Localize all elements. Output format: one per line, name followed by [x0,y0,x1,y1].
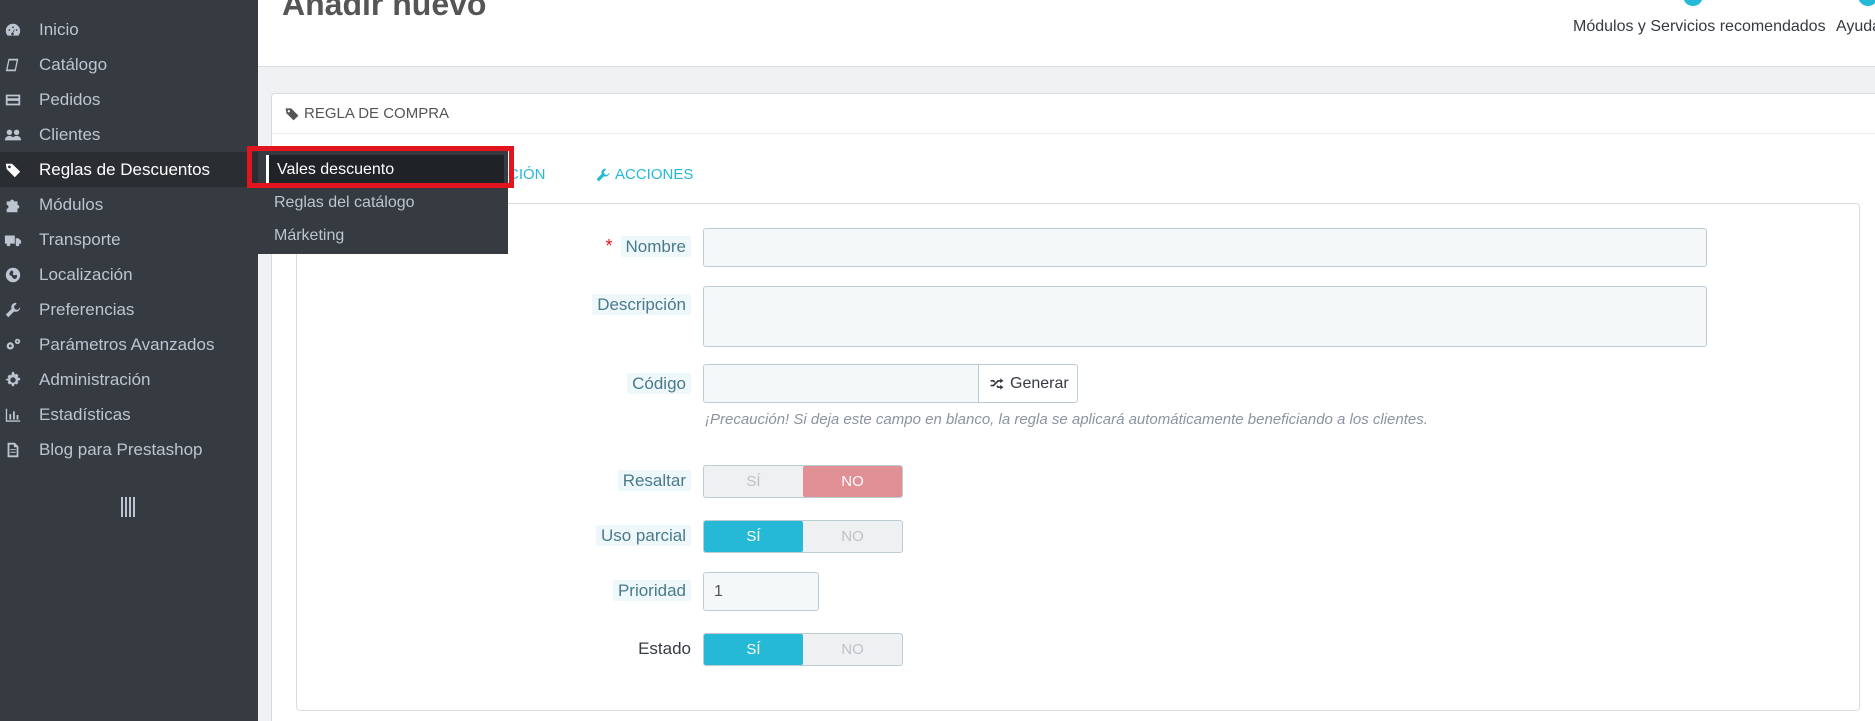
highlight-label-text: Resaltar [617,470,691,491]
priority-field[interactable] [703,572,819,611]
sidebar-item-label: Administración [39,369,151,389]
description-field[interactable] [703,286,1707,347]
submenu-item-label: Vales descuento [277,161,395,178]
partial-use-label-text: Uso parcial [595,525,691,546]
puzzle-icon [3,195,23,215]
submenu-item-label: Reglas del catálogo [274,194,415,211]
status-label: Estado [638,639,691,659]
required-asterisk: * [605,236,613,256]
wrench-icon [596,168,610,181]
submenu-item-marketing[interactable]: Márketing [266,221,504,251]
tags-icon [3,160,23,180]
partial-use-label: Uso parcial [595,525,691,546]
description-label: Descripción [592,294,691,315]
status-yes-option[interactable]: SÍ [704,634,803,665]
partial-use-switch[interactable]: SÍ NO [703,520,903,553]
priority-label: Prioridad [612,580,691,601]
dashboard-icon [3,20,23,40]
panel-heading: REGLA DE COMPRA [272,94,1875,134]
cogs-icon [3,335,23,355]
page-title: Añadir nuevo [282,0,487,22]
sidebar-item-parametros-avanzados[interactable]: Parámetros Avanzados [0,327,258,362]
sidebar-item-label: Clientes [39,124,101,144]
partial-use-no-option[interactable]: NO [803,521,902,552]
panel-heading-title: REGLA DE COMPRA [304,105,450,122]
name-field[interactable] [703,228,1707,267]
generate-label: Generar [1010,374,1069,392]
submenu-item-label: Márketing [274,227,345,244]
tab-condiciones[interactable]: CIÓN [508,166,546,183]
highlight-switch[interactable]: SÍ NO [703,465,903,498]
file-icon [3,440,23,460]
wrench-icon [3,300,23,320]
description-label-text: Descripción [592,294,691,315]
form-container [296,203,1860,711]
recommended-modules-label: Módulos y Servicios recomendados [1573,18,1826,35]
tab-label: ACCIONES [615,166,694,183]
globe-icon [3,265,23,285]
sidebar-item-estadisticas[interactable]: Estadísticas [0,397,258,432]
credit-card-icon [3,90,23,110]
sidebar-item-blog[interactable]: Blog para Prestashop [0,432,258,467]
code-label-text: Código [627,373,691,394]
sidebar-item-preferencias[interactable]: Preferencias [0,292,258,327]
discount-rules-submenu: Vales descuento Reglas del catálogo Márk… [258,147,508,254]
name-label-text: Nombre [620,236,691,257]
name-label: * Nombre [606,236,691,257]
sidebar-item-pedidos[interactable]: Pedidos [0,82,258,117]
highlight-label: Resaltar [617,470,691,491]
submenu-item-reglas-catalogo[interactable]: Reglas del catálogo [266,188,504,218]
tab-label: CIÓN [508,166,546,183]
shuffle-icon [990,377,1004,390]
help-icon [1858,0,1875,6]
tag-icon [285,107,299,120]
status-no-option[interactable]: NO [803,634,902,665]
sidebar-item-label: Parámetros Avanzados [39,334,215,354]
sidebar-item-catalogo[interactable]: Catálogo [0,47,258,82]
sidebar-item-clientes[interactable]: Clientes [0,117,258,152]
sidebar-item-label: Módulos [39,194,104,214]
sidebar-item-transporte[interactable]: Transporte [0,222,258,257]
status-label-text: Estado [638,639,691,658]
sidebar-item-administracion[interactable]: Administración [0,362,258,397]
sidebar-item-inicio[interactable]: Inicio [0,12,258,47]
highlight-yes-option[interactable]: SÍ [704,466,803,497]
highlight-no-option[interactable]: NO [803,466,902,497]
users-icon [3,125,23,145]
sidebar-item-label: Reglas de Descuentos [39,159,211,179]
sidebar-item-label: Catálogo [39,54,108,74]
sidebar-item-localizacion[interactable]: Localización [0,257,258,292]
sidebar-item-label: Blog para Prestashop [39,439,203,459]
generate-button[interactable]: Generar [978,364,1078,403]
sidebar-item-label: Transporte [39,229,121,249]
code-help-text: ¡Precaución! Si deja este campo en blanc… [705,411,1428,428]
page-header: Añadir nuevo Módulos y Servicios recomen… [258,0,1875,67]
book-icon [3,55,23,75]
bar-chart-icon [3,405,23,425]
sidebar-item-modulos[interactable]: Módulos [0,187,258,222]
sidebar-item-label: Preferencias [39,299,135,319]
truck-icon [3,230,23,250]
tab-acciones[interactable]: ACCIONES [595,166,693,183]
sidebar-item-label: Pedidos [39,89,101,109]
help-label: Ayuda [1836,18,1875,35]
status-switch[interactable]: SÍ NO [703,633,903,666]
sidebar-item-label: Localización [39,264,133,284]
sidebar-item-reglas-descuentos[interactable]: Reglas de Descuentos [0,152,258,187]
collapse-toggle-icon[interactable] [119,497,137,517]
cog-icon [3,370,23,390]
code-label: Código [627,373,691,394]
sidebar-item-label: Estadísticas [39,404,131,424]
priority-label-text: Prioridad [612,580,691,601]
code-field[interactable] [703,364,979,403]
partial-use-yes-option[interactable]: SÍ [704,521,803,552]
submenu-item-vales-descuento[interactable]: Vales descuento [266,155,504,185]
puzzle-icon [1683,0,1703,6]
sidebar: Inicio Catálogo Pedidos Clientes Reglas … [0,0,258,721]
sidebar-item-label: Inicio [39,19,79,39]
